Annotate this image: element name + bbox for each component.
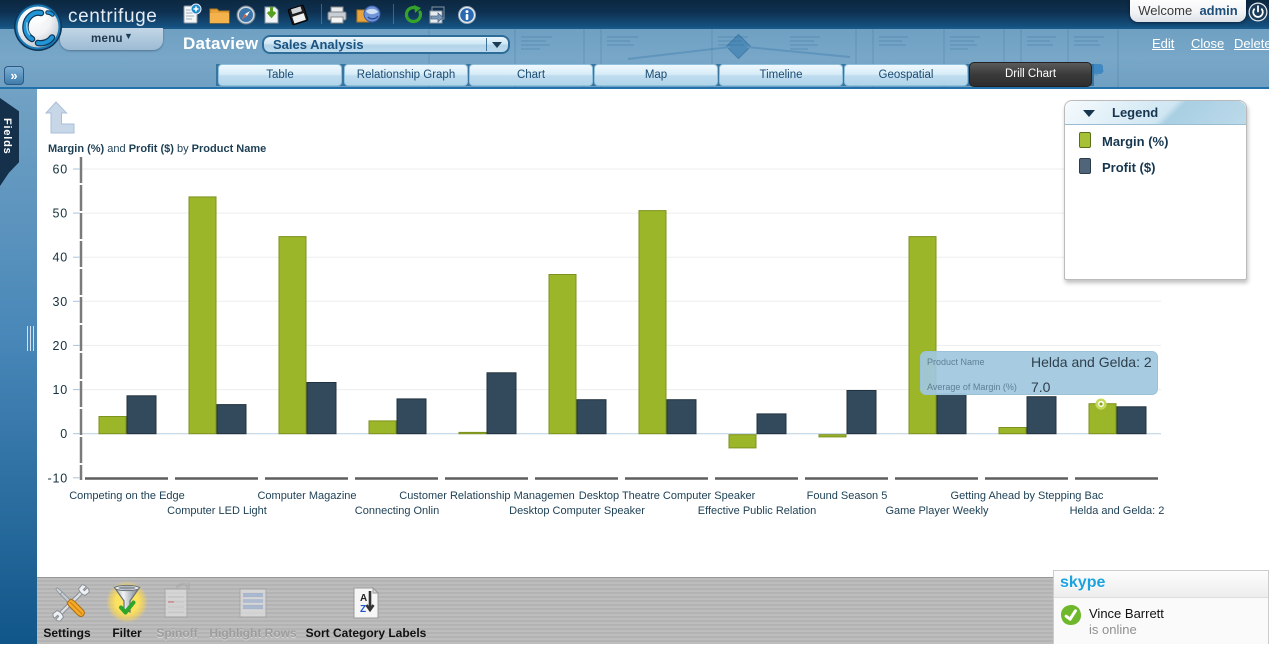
svg-text:20: 20	[52, 339, 68, 353]
svg-text:Z: Z	[360, 604, 366, 615]
svg-text:Desktop Theatre Computer Speak: Desktop Theatre Computer Speaker	[579, 490, 756, 502]
svg-text:Customer Relationship Manageme: Customer Relationship Managemen	[399, 490, 574, 502]
svg-text:Getting Ahead by Stepping Bac: Getting Ahead by Stepping Bac	[951, 490, 1104, 502]
svg-text:0: 0	[60, 427, 68, 441]
svg-text:-10: -10	[48, 471, 68, 485]
svg-text:A: A	[360, 593, 367, 604]
svg-text:Game Player Weekly: Game Player Weekly	[885, 505, 989, 517]
svg-text:Margin (%) and Profit ($) by: Margin (%) and Profit ($) by Product Nam…	[48, 143, 266, 155]
svg-text:40: 40	[52, 251, 68, 265]
svg-text:30: 30	[52, 295, 68, 309]
svg-text:Computer Magazine: Computer Magazine	[257, 490, 356, 502]
svg-text:Found Season 5: Found Season 5	[807, 490, 888, 502]
svg-text:Connecting Onlin: Connecting Onlin	[355, 505, 439, 517]
svg-text:Competing on the Edge: Competing on the Edge	[69, 490, 185, 502]
svg-text:Computer LED Light: Computer LED Light	[167, 505, 267, 517]
svg-text:60: 60	[52, 163, 68, 177]
svg-text:50: 50	[52, 207, 68, 221]
svg-text:Effective Public Relation: Effective Public Relation	[698, 505, 816, 517]
svg-text:Desktop Computer Speaker: Desktop Computer Speaker	[509, 505, 645, 517]
svg-text:10: 10	[52, 383, 68, 397]
svg-text:Helda and Gelda: 2: Helda and Gelda: 2	[1070, 505, 1165, 517]
